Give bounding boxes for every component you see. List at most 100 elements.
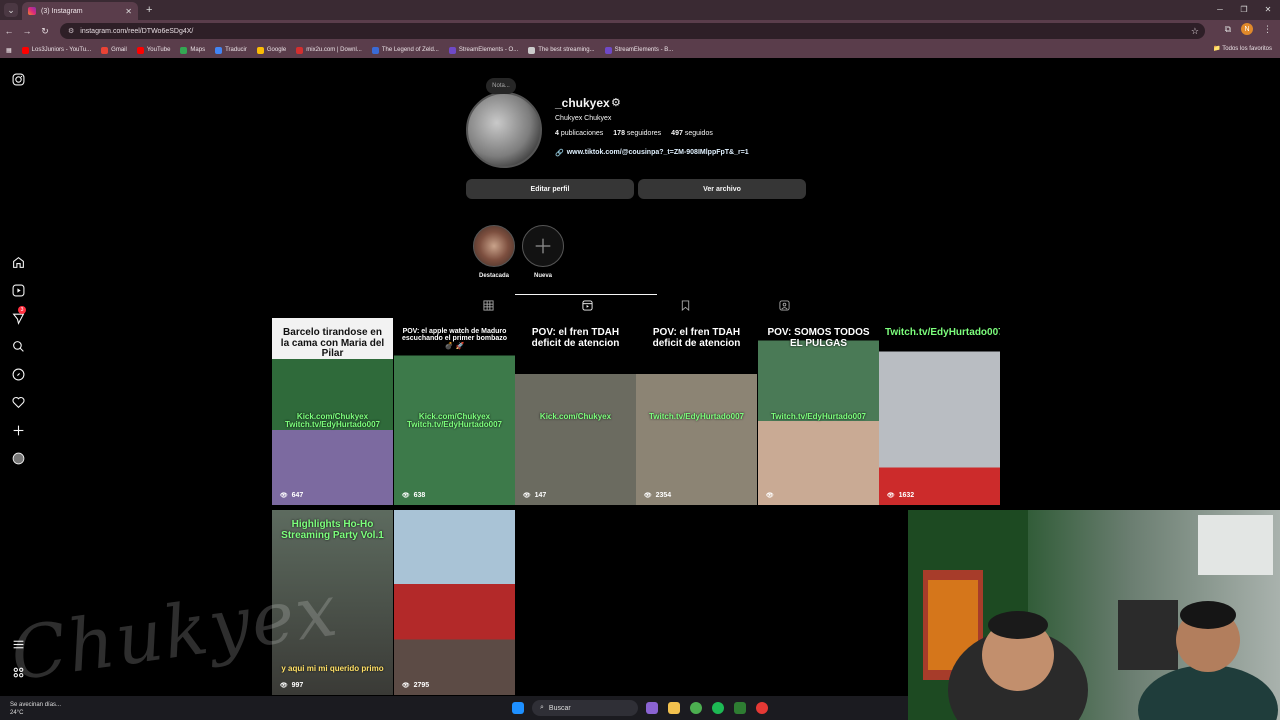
bookmark-item[interactable]: The Legend of Zeld... bbox=[371, 46, 439, 54]
reel-thumbnail[interactable]: POV: el apple watch de Maduro escuchando… bbox=[394, 318, 515, 505]
reel-caption: Highlights Ho-Ho Streaming Party Vol.1 bbox=[281, 519, 384, 541]
bookmark-favicon-icon bbox=[448, 46, 456, 54]
bookmark-item[interactable]: Gmail bbox=[101, 46, 127, 54]
profile-avatar[interactable]: N bbox=[1241, 23, 1253, 35]
search-icon: ⌕ bbox=[540, 704, 544, 711]
weather-temp: 24°C bbox=[10, 710, 24, 716]
bookmark-item[interactable]: Maps bbox=[180, 46, 205, 54]
tab-tagged-icon[interactable] bbox=[777, 298, 791, 312]
eye-icon: 👁 bbox=[766, 493, 774, 499]
instagram-logo-icon[interactable] bbox=[10, 71, 26, 87]
new-tab-icon[interactable]: + bbox=[146, 4, 152, 16]
reel-thumbnail[interactable]: Barcelo tirandose en la cama con Maria d… bbox=[272, 318, 393, 505]
view-count-value: 2795 bbox=[413, 682, 430, 689]
messages-icon[interactable]: 3 bbox=[10, 306, 26, 326]
forward-icon[interactable]: → bbox=[18, 26, 36, 36]
settings-gear-icon[interactable]: ⚙ bbox=[611, 96, 621, 109]
bookmark-item[interactable]: YouTube bbox=[136, 46, 171, 54]
notifications-heart-icon[interactable] bbox=[10, 394, 26, 410]
tab-reels-icon[interactable] bbox=[580, 298, 594, 312]
tab-posts-grid-icon[interactable] bbox=[481, 298, 495, 312]
view-count-value: 147 bbox=[534, 492, 547, 499]
site-info-icon[interactable]: ⚙ bbox=[68, 27, 74, 35]
reel-view-count: 👁 2354 bbox=[644, 492, 671, 499]
bookmark-item[interactable]: StreamElements - O... bbox=[448, 46, 519, 54]
browser-tab[interactable]: (3) Instagram ✕ bbox=[22, 2, 138, 20]
bookmark-item[interactable]: The best streaming... bbox=[528, 46, 595, 54]
view-count-value: 1632 bbox=[898, 492, 915, 499]
obs-icon[interactable] bbox=[756, 702, 768, 714]
eye-icon: 👁 bbox=[280, 493, 288, 499]
eye-icon: 👁 bbox=[280, 683, 288, 689]
reel-view-count: 👁 1632 bbox=[887, 492, 914, 499]
posts-stat: 4 publicaciones bbox=[555, 130, 603, 137]
view-count-value: 997 bbox=[291, 682, 304, 689]
profile-avatar-large[interactable] bbox=[466, 92, 542, 168]
apps-grid-icon[interactable]: ▦ bbox=[6, 47, 12, 54]
search-icon[interactable] bbox=[10, 338, 26, 354]
reel-thumbnail[interactable]: Twitch.tv/EdyHurtado007 👁 1632 bbox=[879, 318, 1000, 505]
bookmark-label: StreamElements - O... bbox=[458, 47, 519, 53]
reel-thumbnail[interactable]: POV: SOMOS TODOS EL PULGAS Twitch.tv/EdyH… bbox=[758, 318, 879, 505]
bookmark-item[interactable]: StreamElements - B... bbox=[604, 46, 673, 54]
create-plus-icon[interactable] bbox=[10, 422, 26, 438]
highlight-new[interactable]: Nueva bbox=[521, 225, 565, 279]
terminal-icon[interactable] bbox=[734, 702, 746, 714]
spotify-icon[interactable] bbox=[712, 702, 724, 714]
reels-icon[interactable] bbox=[10, 282, 26, 298]
profile-link[interactable]: 🔗 www.tiktok.com/@cousinpa?_t=ZM-908IMlp… bbox=[555, 149, 749, 157]
note-bubble[interactable]: Nota... bbox=[486, 78, 516, 94]
bookmark-item[interactable]: mix2u.com | Downl... bbox=[296, 46, 362, 54]
highlight-label: Nueva bbox=[533, 273, 552, 279]
url-bar[interactable]: ⚙ instagram.com/reel/DTWo6eSDg4X/ ☆ bbox=[60, 23, 1205, 39]
active-tab-indicator bbox=[515, 294, 657, 295]
eye-icon: 👁 bbox=[402, 493, 410, 499]
close-tab-icon[interactable]: ✕ bbox=[125, 7, 132, 16]
explore-icon[interactable] bbox=[10, 366, 26, 382]
bookmark-favicon-icon bbox=[371, 46, 379, 54]
reel-caption: POV: el apple watch de Maduro escuchando… bbox=[401, 328, 508, 350]
all-bookmarks[interactable]: 📁 Todos los favoritos bbox=[1213, 45, 1272, 52]
following-stat[interactable]: 497 seguidos bbox=[671, 130, 713, 137]
bookmark-item[interactable]: Traducir bbox=[215, 46, 247, 54]
windows-start-icon[interactable] bbox=[512, 702, 524, 714]
reel-thumbnail[interactable]: 👁 2795 bbox=[394, 510, 515, 695]
tab-search-icon[interactable]: ⌄ bbox=[4, 3, 18, 17]
extensions-icon[interactable]: ⧉ bbox=[1225, 24, 1231, 35]
home-icon[interactable] bbox=[10, 254, 26, 270]
followers-stat[interactable]: 178 seguidores bbox=[613, 130, 661, 137]
address-toolbar: ← → ↻ ⚙ instagram.com/reel/DTWo6eSDg4X/ … bbox=[0, 20, 1280, 42]
bookmark-item[interactable]: Los3Juniors - YouTu... bbox=[21, 46, 91, 54]
back-icon[interactable]: ← bbox=[0, 26, 18, 36]
reel-overlay-text: Kick.com/Chukyex bbox=[539, 412, 612, 421]
reel-overlay-text: Kick.com/Chukyex Twitch.tv/EdyHurtado007 bbox=[285, 412, 380, 430]
highlight-destacada[interactable]: Destacada bbox=[472, 225, 516, 279]
browser-menu-icon[interactable]: ⋮ bbox=[1263, 24, 1272, 35]
reel-thumbnail[interactable]: POV: el fren TDAH deficit de atencion Twi… bbox=[636, 318, 757, 505]
tab-saved-icon[interactable] bbox=[678, 298, 692, 312]
bookmark-label: YouTube bbox=[146, 47, 171, 53]
minimize-icon[interactable]: ─ bbox=[1208, 0, 1232, 20]
browser-tab-bar: ⌄ (3) Instagram ✕ + ─ ❐ ✕ bbox=[0, 0, 1280, 20]
profile-nav-avatar[interactable] bbox=[10, 450, 26, 466]
bookmark-favicon-icon bbox=[21, 46, 29, 54]
bookmark-favicon-icon bbox=[604, 46, 612, 54]
reel-overlay-text: y aqui mi mi querido primo bbox=[281, 664, 384, 673]
reel-thumbnail[interactable]: POV: el fren TDAH deficit de atencion Kic… bbox=[515, 318, 636, 505]
chrome-icon[interactable] bbox=[690, 702, 702, 714]
taskbar-search[interactable]: ⌕ Buscar bbox=[532, 700, 638, 716]
profile-stats: 4 publicaciones 178 seguidores 497 segui… bbox=[555, 130, 713, 137]
view-archive-button[interactable]: Ver archivo bbox=[638, 179, 806, 199]
close-window-icon[interactable]: ✕ bbox=[1256, 0, 1280, 20]
copilot-icon[interactable] bbox=[646, 702, 658, 714]
highlight-label: Destacada bbox=[478, 273, 510, 279]
bookmark-item[interactable]: Google bbox=[256, 46, 286, 54]
file-explorer-icon[interactable] bbox=[668, 702, 680, 714]
bookmark-star-icon[interactable]: ☆ bbox=[1191, 26, 1199, 37]
webcam-overlay bbox=[908, 510, 1280, 720]
bookmark-favicon-icon bbox=[296, 46, 304, 54]
restore-icon[interactable]: ❐ bbox=[1232, 0, 1256, 20]
reload-icon[interactable]: ↻ bbox=[36, 26, 54, 37]
weather-widget[interactable]: Se avecinan días... 24°C bbox=[10, 701, 61, 717]
edit-profile-button[interactable]: Editar perfil bbox=[466, 179, 634, 199]
